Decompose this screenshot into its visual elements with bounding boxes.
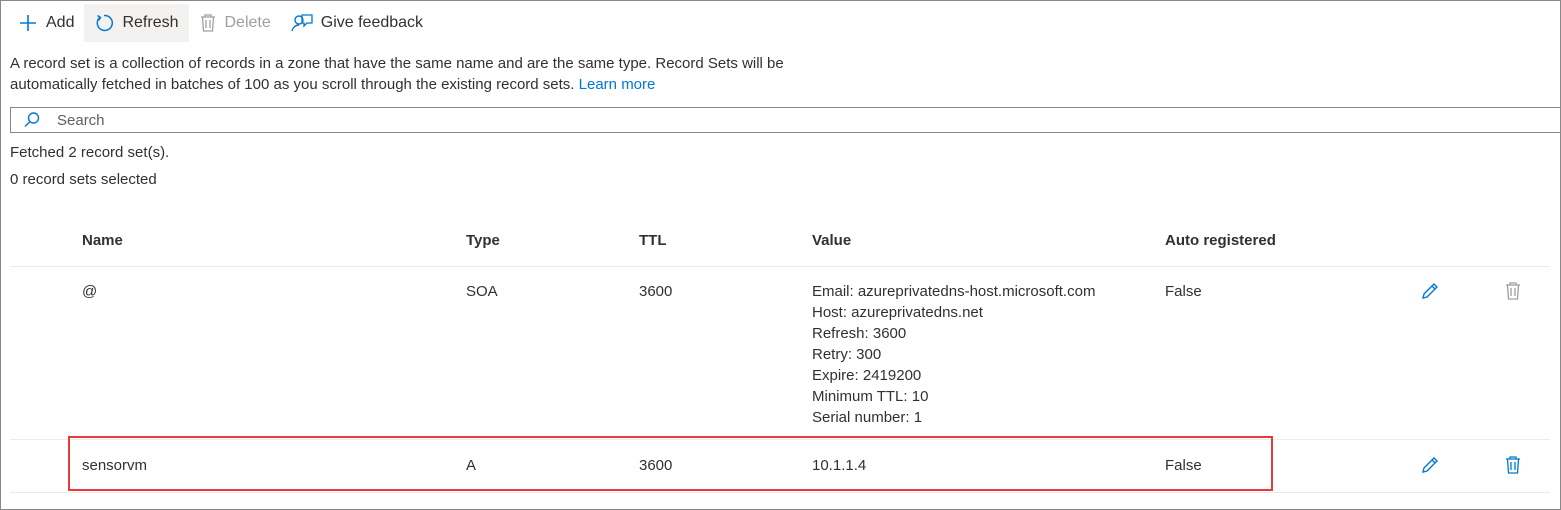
delete-row-button[interactable] — [1501, 453, 1525, 477]
column-header-type[interactable]: Type — [466, 232, 500, 249]
trash-icon — [200, 14, 215, 32]
record-value: Email: azureprivatedns-host.microsoft.co… — [812, 281, 1095, 428]
search-icon — [24, 112, 40, 127]
delete-row-button[interactable] — [1501, 279, 1525, 303]
value-line: Expire: 2419200 — [812, 367, 922, 384]
refresh-button[interactable]: Refresh — [84, 4, 189, 42]
add-button[interactable]: Add — [8, 4, 84, 42]
give-feedback-label: Give feedback — [320, 14, 424, 31]
refresh-label: Refresh — [122, 14, 179, 31]
learn-more-link[interactable]: Learn more — [579, 76, 656, 93]
delete-label: Delete — [224, 14, 271, 31]
column-header-name[interactable]: Name — [82, 232, 123, 249]
delete-button[interactable]: Delete — [189, 4, 281, 42]
fetched-status: Fetched 2 record set(s). — [10, 144, 170, 161]
value-line: Host: azureprivatedns.net — [812, 304, 983, 321]
edit-button[interactable] — [1418, 279, 1442, 303]
value-line: Minimum TTL: 10 — [812, 388, 929, 405]
refresh-icon — [97, 14, 114, 32]
command-bar: Add Refresh Delete Give feedback — [8, 4, 433, 42]
description: A record set is a collection of records … — [10, 53, 830, 95]
trash-icon — [1506, 456, 1520, 474]
highlight-box — [68, 436, 1273, 491]
header-divider — [10, 266, 1550, 267]
add-label: Add — [46, 14, 75, 31]
record-name[interactable]: @ — [82, 281, 97, 302]
column-header-auto-registered[interactable]: Auto registered — [1165, 232, 1276, 249]
row-divider — [10, 492, 1550, 493]
edit-button[interactable] — [1418, 453, 1442, 477]
plus-icon — [20, 15, 36, 31]
record-auto-registered: False — [1165, 283, 1202, 300]
value-line: Email: azureprivatedns-host.microsoft.co… — [812, 283, 1096, 300]
column-header-value[interactable]: Value — [812, 232, 851, 249]
value-line: Refresh: 3600 — [812, 325, 907, 342]
pencil-icon — [1422, 457, 1438, 473]
feedback-icon — [291, 14, 313, 32]
give-feedback-button[interactable]: Give feedback — [281, 4, 433, 42]
value-line: Retry: 300 — [812, 346, 882, 363]
column-header-ttl[interactable]: TTL — [639, 232, 667, 249]
value-line: Serial number: 1 — [812, 409, 923, 426]
record-type: SOA — [466, 283, 498, 300]
selected-status: 0 record sets selected — [10, 171, 157, 188]
trash-icon — [1506, 282, 1520, 300]
pencil-icon — [1422, 283, 1438, 299]
record-ttl: 3600 — [639, 283, 673, 300]
search-input[interactable] — [57, 111, 657, 129]
description-text: A record set is a collection of records … — [10, 55, 784, 93]
search-box[interactable] — [10, 107, 1561, 133]
